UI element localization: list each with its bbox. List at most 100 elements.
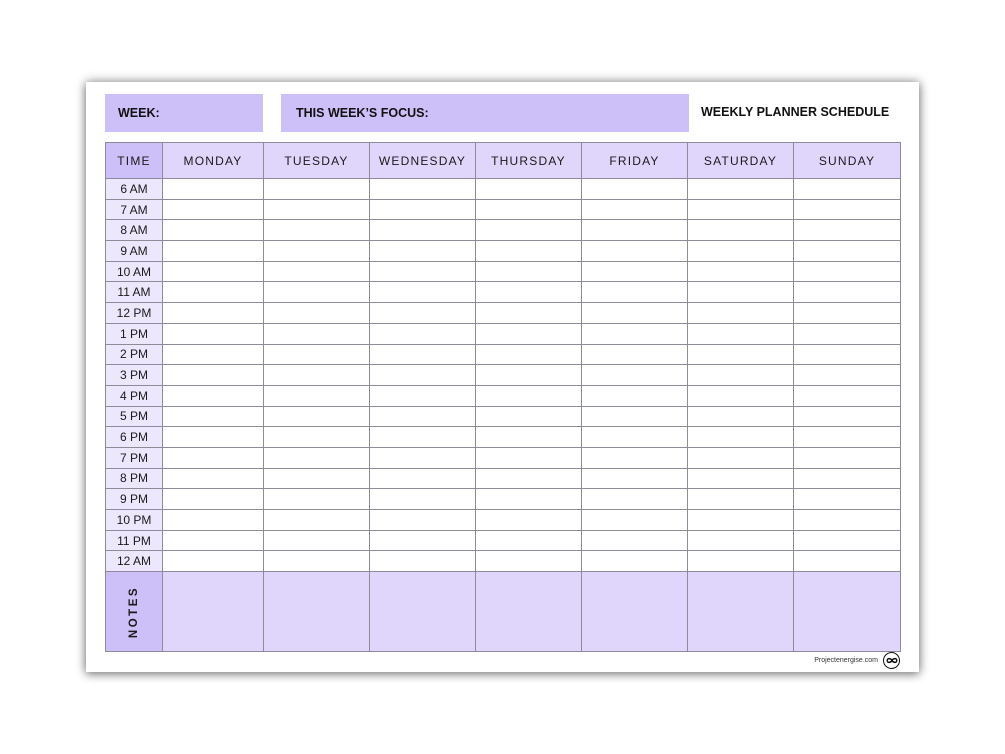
schedule-cell-sunday[interactable] bbox=[793, 260, 901, 283]
schedule-cell-saturday[interactable] bbox=[687, 281, 794, 304]
schedule-cell-thursday[interactable] bbox=[475, 178, 582, 200]
schedule-cell-sunday[interactable] bbox=[793, 322, 901, 345]
schedule-cell-saturday[interactable] bbox=[687, 178, 794, 200]
schedule-cell-sunday[interactable] bbox=[793, 529, 901, 552]
schedule-cell-wednesday[interactable] bbox=[369, 281, 476, 304]
schedule-cell-thursday[interactable] bbox=[475, 343, 582, 366]
schedule-cell-friday[interactable] bbox=[581, 550, 688, 573]
schedule-cell-monday[interactable] bbox=[162, 302, 264, 324]
schedule-cell-saturday[interactable] bbox=[687, 509, 794, 531]
schedule-cell-thursday[interactable] bbox=[475, 488, 582, 510]
schedule-cell-monday[interactable] bbox=[162, 467, 264, 490]
schedule-cell-friday[interactable] bbox=[581, 446, 688, 469]
schedule-cell-thursday[interactable] bbox=[475, 550, 582, 573]
schedule-cell-sunday[interactable] bbox=[793, 488, 901, 510]
schedule-cell-friday[interactable] bbox=[581, 509, 688, 531]
schedule-cell-friday[interactable] bbox=[581, 364, 688, 386]
schedule-cell-saturday[interactable] bbox=[687, 529, 794, 552]
schedule-cell-saturday[interactable] bbox=[687, 260, 794, 283]
schedule-cell-sunday[interactable] bbox=[793, 302, 901, 324]
schedule-cell-tuesday[interactable] bbox=[263, 198, 370, 221]
schedule-cell-saturday[interactable] bbox=[687, 467, 794, 490]
schedule-cell-wednesday[interactable] bbox=[369, 260, 476, 283]
schedule-cell-friday[interactable] bbox=[581, 178, 688, 200]
schedule-cell-tuesday[interactable] bbox=[263, 488, 370, 510]
schedule-cell-sunday[interactable] bbox=[793, 467, 901, 490]
notes-cell-saturday[interactable] bbox=[687, 571, 794, 653]
schedule-cell-wednesday[interactable] bbox=[369, 509, 476, 531]
schedule-cell-wednesday[interactable] bbox=[369, 343, 476, 366]
schedule-cell-thursday[interactable] bbox=[475, 446, 582, 469]
schedule-cell-monday[interactable] bbox=[162, 405, 264, 428]
schedule-cell-thursday[interactable] bbox=[475, 240, 582, 262]
schedule-cell-thursday[interactable] bbox=[475, 198, 582, 221]
schedule-cell-monday[interactable] bbox=[162, 446, 264, 469]
schedule-cell-thursday[interactable] bbox=[475, 405, 582, 428]
schedule-cell-sunday[interactable] bbox=[793, 240, 901, 262]
schedule-cell-friday[interactable] bbox=[581, 198, 688, 221]
schedule-cell-thursday[interactable] bbox=[475, 426, 582, 448]
schedule-cell-friday[interactable] bbox=[581, 281, 688, 304]
schedule-cell-wednesday[interactable] bbox=[369, 405, 476, 428]
schedule-cell-friday[interactable] bbox=[581, 426, 688, 448]
schedule-cell-friday[interactable] bbox=[581, 260, 688, 283]
schedule-cell-tuesday[interactable] bbox=[263, 260, 370, 283]
schedule-cell-sunday[interactable] bbox=[793, 384, 901, 407]
schedule-cell-tuesday[interactable] bbox=[263, 509, 370, 531]
schedule-cell-saturday[interactable] bbox=[687, 240, 794, 262]
schedule-cell-sunday[interactable] bbox=[793, 281, 901, 304]
schedule-cell-saturday[interactable] bbox=[687, 488, 794, 510]
schedule-cell-saturday[interactable] bbox=[687, 384, 794, 407]
schedule-cell-saturday[interactable] bbox=[687, 405, 794, 428]
schedule-cell-monday[interactable] bbox=[162, 178, 264, 200]
schedule-cell-wednesday[interactable] bbox=[369, 446, 476, 469]
schedule-cell-tuesday[interactable] bbox=[263, 364, 370, 386]
schedule-cell-monday[interactable] bbox=[162, 550, 264, 573]
schedule-cell-monday[interactable] bbox=[162, 219, 264, 242]
schedule-cell-friday[interactable] bbox=[581, 302, 688, 324]
schedule-cell-sunday[interactable] bbox=[793, 198, 901, 221]
schedule-cell-wednesday[interactable] bbox=[369, 550, 476, 573]
notes-cell-wednesday[interactable] bbox=[369, 571, 476, 653]
schedule-cell-monday[interactable] bbox=[162, 281, 264, 304]
schedule-cell-tuesday[interactable] bbox=[263, 446, 370, 469]
schedule-cell-tuesday[interactable] bbox=[263, 219, 370, 242]
schedule-cell-tuesday[interactable] bbox=[263, 426, 370, 448]
focus-field[interactable]: THIS WEEK’S FOCUS: bbox=[281, 94, 689, 132]
schedule-cell-monday[interactable] bbox=[162, 426, 264, 448]
notes-cell-tuesday[interactable] bbox=[263, 571, 370, 653]
schedule-cell-monday[interactable] bbox=[162, 509, 264, 531]
notes-cell-thursday[interactable] bbox=[475, 571, 582, 653]
schedule-cell-tuesday[interactable] bbox=[263, 302, 370, 324]
schedule-cell-monday[interactable] bbox=[162, 343, 264, 366]
schedule-cell-thursday[interactable] bbox=[475, 467, 582, 490]
schedule-cell-wednesday[interactable] bbox=[369, 219, 476, 242]
schedule-cell-tuesday[interactable] bbox=[263, 343, 370, 366]
schedule-cell-saturday[interactable] bbox=[687, 198, 794, 221]
schedule-cell-sunday[interactable] bbox=[793, 343, 901, 366]
schedule-cell-tuesday[interactable] bbox=[263, 405, 370, 428]
schedule-cell-monday[interactable] bbox=[162, 322, 264, 345]
schedule-cell-monday[interactable] bbox=[162, 260, 264, 283]
notes-cell-friday[interactable] bbox=[581, 571, 688, 653]
schedule-cell-sunday[interactable] bbox=[793, 405, 901, 428]
schedule-cell-saturday[interactable] bbox=[687, 343, 794, 366]
schedule-cell-wednesday[interactable] bbox=[369, 178, 476, 200]
schedule-cell-friday[interactable] bbox=[581, 384, 688, 407]
schedule-cell-tuesday[interactable] bbox=[263, 384, 370, 407]
schedule-cell-sunday[interactable] bbox=[793, 178, 901, 200]
schedule-cell-friday[interactable] bbox=[581, 488, 688, 510]
schedule-cell-sunday[interactable] bbox=[793, 364, 901, 386]
schedule-cell-friday[interactable] bbox=[581, 322, 688, 345]
schedule-cell-tuesday[interactable] bbox=[263, 178, 370, 200]
schedule-cell-wednesday[interactable] bbox=[369, 467, 476, 490]
schedule-cell-monday[interactable] bbox=[162, 529, 264, 552]
schedule-cell-wednesday[interactable] bbox=[369, 322, 476, 345]
notes-cell-sunday[interactable] bbox=[793, 571, 901, 653]
schedule-cell-wednesday[interactable] bbox=[369, 302, 476, 324]
schedule-cell-tuesday[interactable] bbox=[263, 322, 370, 345]
schedule-cell-saturday[interactable] bbox=[687, 446, 794, 469]
schedule-cell-friday[interactable] bbox=[581, 405, 688, 428]
schedule-cell-tuesday[interactable] bbox=[263, 240, 370, 262]
schedule-cell-thursday[interactable] bbox=[475, 281, 582, 304]
